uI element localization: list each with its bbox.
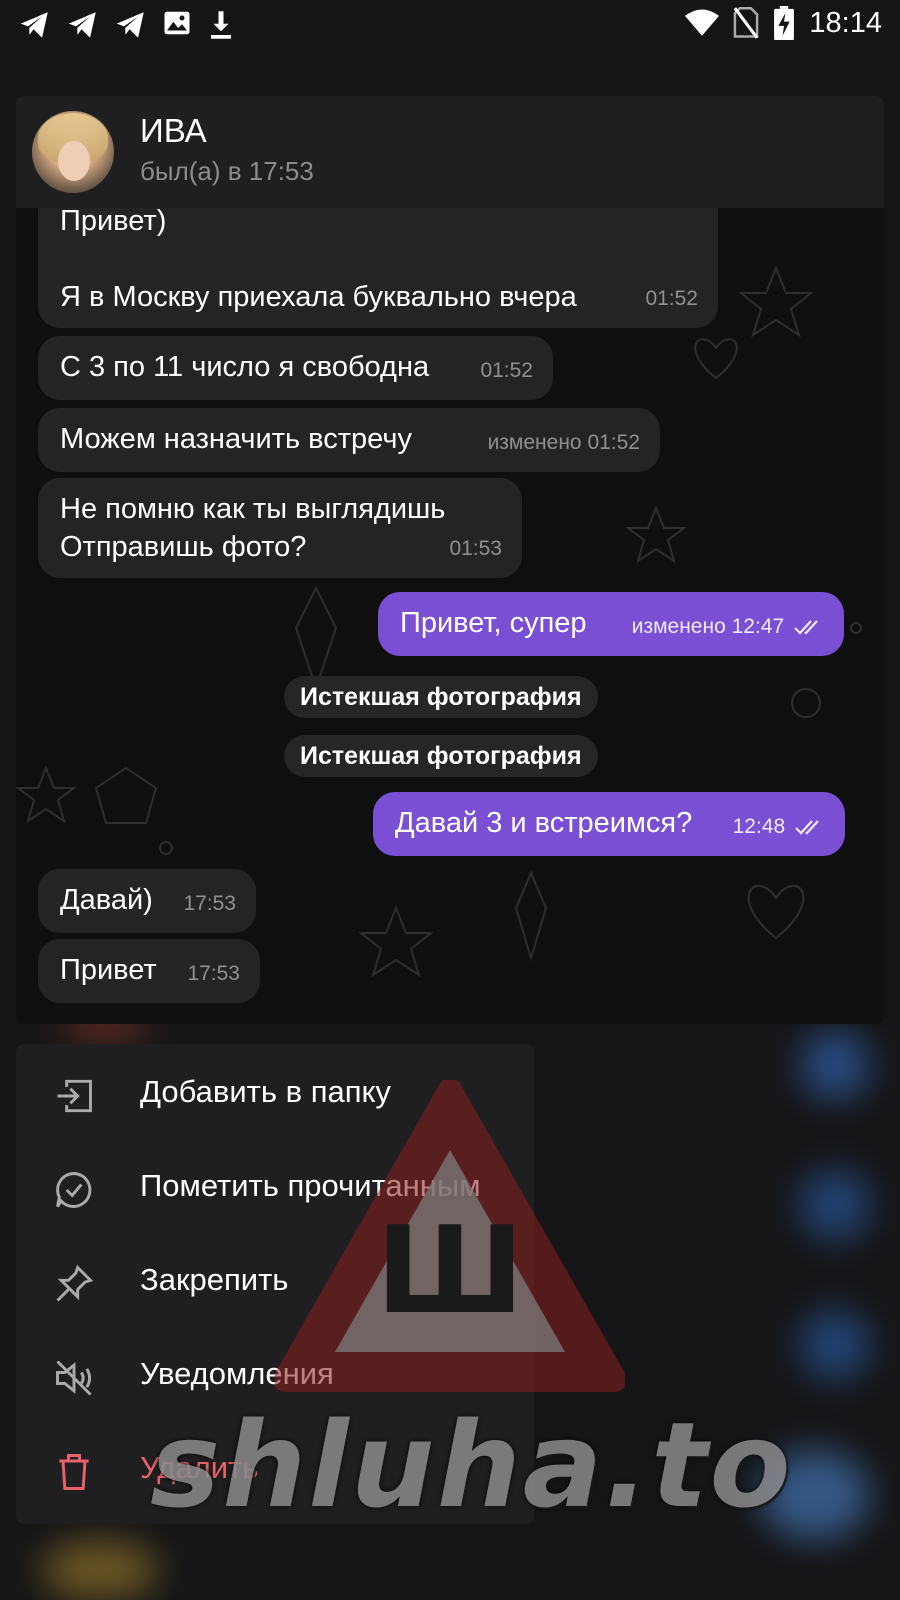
telegram-icon xyxy=(116,12,144,38)
incoming-message[interactable]: Давай) 17:53 xyxy=(38,869,256,933)
chat-header[interactable]: ИВА был(а) в 17:53 xyxy=(16,96,884,208)
message-time: изменено 12:47 xyxy=(631,615,785,638)
double-check-icon xyxy=(795,820,819,836)
double-check-icon xyxy=(794,620,818,636)
avatar[interactable] xyxy=(32,111,114,193)
menu-item-notifications[interactable]: Уведомления xyxy=(16,1326,534,1422)
image-icon xyxy=(164,11,190,35)
incoming-message[interactable]: Не помню как ты выглядишь Отправишь фото… xyxy=(38,478,522,578)
background-blur xyxy=(760,1450,870,1540)
telegram-icon xyxy=(68,12,96,38)
message-meta: 12:48 xyxy=(733,808,825,846)
message-time: 17:53 xyxy=(183,892,236,915)
chat-name: ИВА xyxy=(140,112,207,149)
outgoing-message[interactable]: Давай 3 и встреимся? 12:48 xyxy=(373,792,845,856)
message-text: С 3 по 11 число я свободна xyxy=(60,351,430,383)
menu-item-add-to-folder[interactable]: Добавить в папку xyxy=(16,1044,534,1140)
message-time: 01:53 xyxy=(449,537,502,560)
menu-label: Добавить в папку xyxy=(140,1074,391,1109)
chat-last-seen: был(а) в 17:53 xyxy=(140,156,314,186)
message-time: 12:48 xyxy=(732,815,786,838)
message-text: Я в Москву приехала буквально вчера xyxy=(60,281,577,313)
background-blur xyxy=(40,1540,160,1600)
menu-item-mark-read[interactable]: Пометить прочитанным xyxy=(16,1138,534,1234)
chat-preview[interactable]: ИВА был(а) в 17:53 Привет) Я в Москву пр… xyxy=(16,96,884,1024)
incoming-message[interactable]: Можем назначить встречу изменено 01:52 xyxy=(38,408,660,472)
incoming-message[interactable]: Привет 17:53 xyxy=(38,939,260,1003)
expired-photo-notice[interactable]: Истекшая фотография xyxy=(284,735,598,777)
pin-icon xyxy=(56,1264,94,1302)
menu-item-pin[interactable]: Закрепить xyxy=(16,1232,534,1328)
mark-read-icon xyxy=(56,1172,92,1208)
chat-context-menu: Добавить в папку Пометить прочитанным За… xyxy=(16,1044,534,1524)
message-text: Отправишь фото? xyxy=(60,531,307,563)
background-blur xyxy=(800,1310,870,1380)
message-list[interactable]: Привет) Я в Москву приехала буквально вч… xyxy=(16,190,884,1024)
message-time: изменено 01:52 xyxy=(487,431,640,454)
message-time: 17:53 xyxy=(187,962,240,985)
download-icon xyxy=(211,11,231,39)
incoming-message[interactable]: Привет) Я в Москву приехала буквально вч… xyxy=(38,190,718,328)
background-blur xyxy=(800,1170,870,1240)
status-bar: 18:14 xyxy=(0,0,900,50)
trash-icon xyxy=(59,1454,89,1490)
menu-item-delete[interactable]: Удалить xyxy=(16,1420,534,1516)
outgoing-message[interactable]: Привет, супер изменено 12:47 xyxy=(378,592,844,656)
incoming-message[interactable]: С 3 по 11 число я свободна 01:52 xyxy=(38,336,553,400)
message-time: 01:52 xyxy=(480,359,533,382)
menu-label: Удалить xyxy=(140,1450,259,1485)
menu-label: Закрепить xyxy=(140,1262,289,1297)
menu-label: Уведомления xyxy=(140,1356,334,1391)
no-sim-icon xyxy=(734,7,759,39)
mute-icon xyxy=(56,1360,92,1396)
battery-charging-icon xyxy=(774,6,795,40)
menu-label: Пометить прочитанным xyxy=(140,1168,481,1203)
telegram-icon xyxy=(20,12,48,38)
message-text: Не помню как ты выглядишь xyxy=(60,493,446,525)
wifi-icon xyxy=(685,9,720,36)
message-meta: изменено 12:47 xyxy=(632,608,824,646)
message-time: 01:52 xyxy=(645,287,698,310)
background-blur xyxy=(800,1030,870,1100)
status-time: 18:14 xyxy=(809,6,882,39)
folder-add-icon xyxy=(57,1079,92,1113)
expired-photo-notice[interactable]: Истекшая фотография xyxy=(284,676,598,718)
